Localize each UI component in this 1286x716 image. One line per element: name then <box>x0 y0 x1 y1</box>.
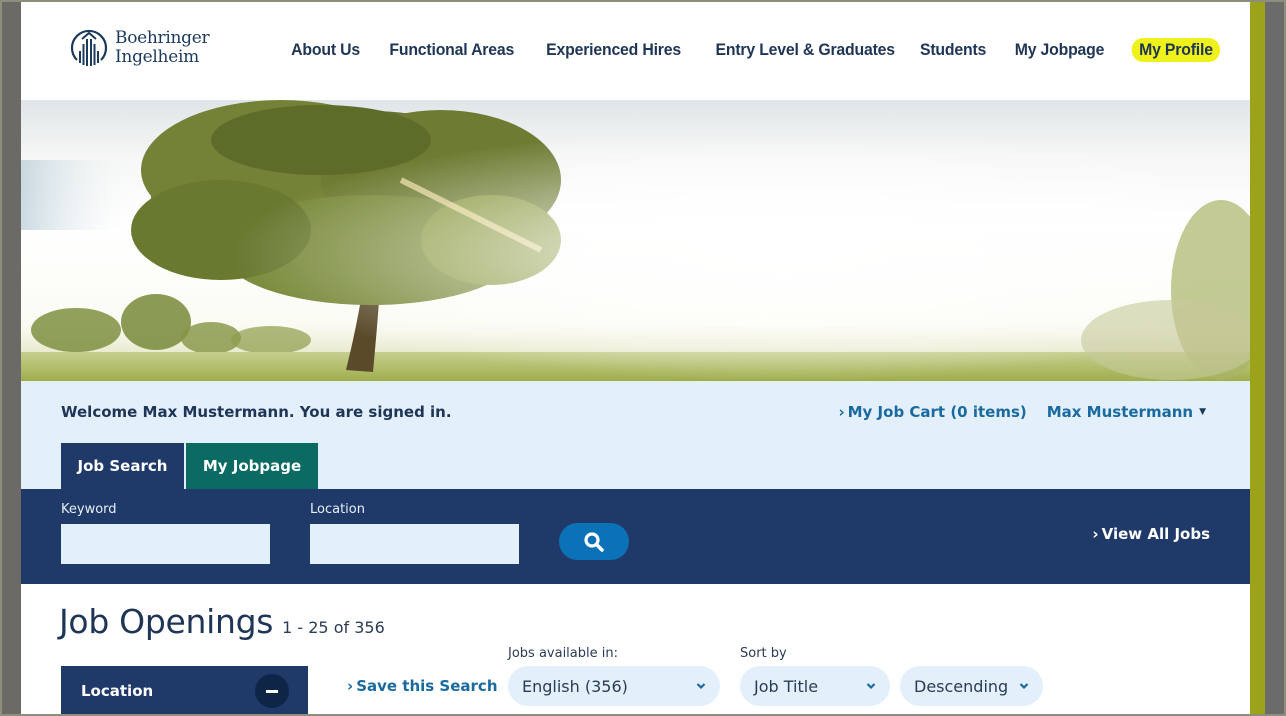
minus-icon <box>266 689 278 693</box>
chevron-right-icon: › <box>1092 525 1099 543</box>
nav-entry-level-graduates[interactable]: Entry Level & Graduates <box>715 40 895 62</box>
nav-my-profile[interactable]: My Profile <box>1131 38 1220 62</box>
nav-my-jobpage[interactable]: My Jobpage <box>1014 40 1104 62</box>
site-header: Boehringer Ingelheim About Us Functional… <box>21 2 1250 100</box>
sort-order-value: Descending <box>914 676 1009 696</box>
boehringer-logo-icon <box>70 29 108 66</box>
keyword-label: Keyword <box>61 502 117 517</box>
save-search-link[interactable]: › Save this Search <box>347 677 498 695</box>
chevron-down-icon <box>696 683 706 690</box>
location-filter-label: Location <box>81 682 154 700</box>
caret-down-icon: ▼ <box>1199 407 1206 417</box>
view-all-jobs-link[interactable]: › View All Jobs <box>1092 525 1210 543</box>
window-left-gutter <box>2 2 21 714</box>
language-select[interactable]: English (356) <box>508 666 720 706</box>
job-cart-link[interactable]: › My Job Cart (0 items) <box>838 403 1026 421</box>
tab-job-search[interactable]: Job Search <box>61 443 184 489</box>
brand-wordmark: Boehringer Ingelheim <box>115 28 210 67</box>
sort-field-value: Job Title <box>754 676 819 696</box>
tree-in-meadow-photo <box>21 100 1250 381</box>
chevron-down-icon <box>1019 683 1029 690</box>
keyword-input[interactable] <box>61 524 270 564</box>
results-heading: Job Openings 1 - 25 of 356 <box>59 602 385 641</box>
sort-order-select[interactable]: Descending <box>900 666 1043 706</box>
tab-list: Job Search My Jobpage <box>61 443 318 489</box>
nav-about-us[interactable]: About Us <box>291 40 360 62</box>
chevron-right-icon: › <box>347 677 354 695</box>
right-accent-stripe <box>1250 2 1265 714</box>
language-label: Jobs available in: <box>508 646 618 661</box>
user-menu[interactable]: Max Mustermann ▼ <box>1047 403 1206 421</box>
account-band: Welcome Max Mustermann. You are signed i… <box>21 381 1250 489</box>
sort-field-select[interactable]: Job Title <box>740 666 890 706</box>
nav-students[interactable]: Students <box>920 40 986 62</box>
search-button[interactable] <box>559 523 629 560</box>
location-label: Location <box>310 502 365 517</box>
welcome-message: Welcome Max Mustermann. You are signed i… <box>61 403 452 421</box>
user-name: Max Mustermann <box>1046 403 1194 421</box>
location-filter-panel[interactable]: Location <box>61 666 308 714</box>
account-links: › My Job Cart (0 items) Max Mustermann ▼ <box>838 403 1206 421</box>
nav-experienced-hires[interactable]: Experienced Hires <box>546 40 681 62</box>
location-input[interactable] <box>310 524 519 564</box>
nav-functional-areas[interactable]: Functional Areas <box>390 40 515 62</box>
chevron-right-icon: › <box>838 403 845 421</box>
hero-banner <box>21 100 1250 381</box>
language-select-value: English (356) <box>522 676 628 696</box>
job-cart-label: My Job Cart (0 items) <box>847 403 1027 421</box>
results-count: 1 - 25 of 356 <box>282 618 385 637</box>
chevron-down-icon <box>866 683 876 690</box>
page: Boehringer Ingelheim About Us Functional… <box>21 2 1250 714</box>
sort-by-label: Sort by <box>740 646 787 661</box>
tab-my-jobpage[interactable]: My Jobpage <box>186 443 318 489</box>
main-nav: About Us Functional Areas Experienced Hi… <box>265 38 1220 62</box>
job-search-bar: Keyword Location › View All Jobs <box>21 489 1250 584</box>
search-icon <box>584 531 604 552</box>
brand-name-line1: Boehringer <box>115 28 210 48</box>
collapse-button[interactable] <box>255 674 289 708</box>
save-search-label: Save this Search <box>356 677 498 695</box>
brand-name-line2: Ingelheim <box>115 47 199 67</box>
brand-logo[interactable]: Boehringer Ingelheim <box>69 26 210 70</box>
window-right-gutter <box>1265 2 1284 714</box>
view-all-jobs-label: View All Jobs <box>1101 525 1210 543</box>
page-title: Job Openings <box>59 602 274 641</box>
